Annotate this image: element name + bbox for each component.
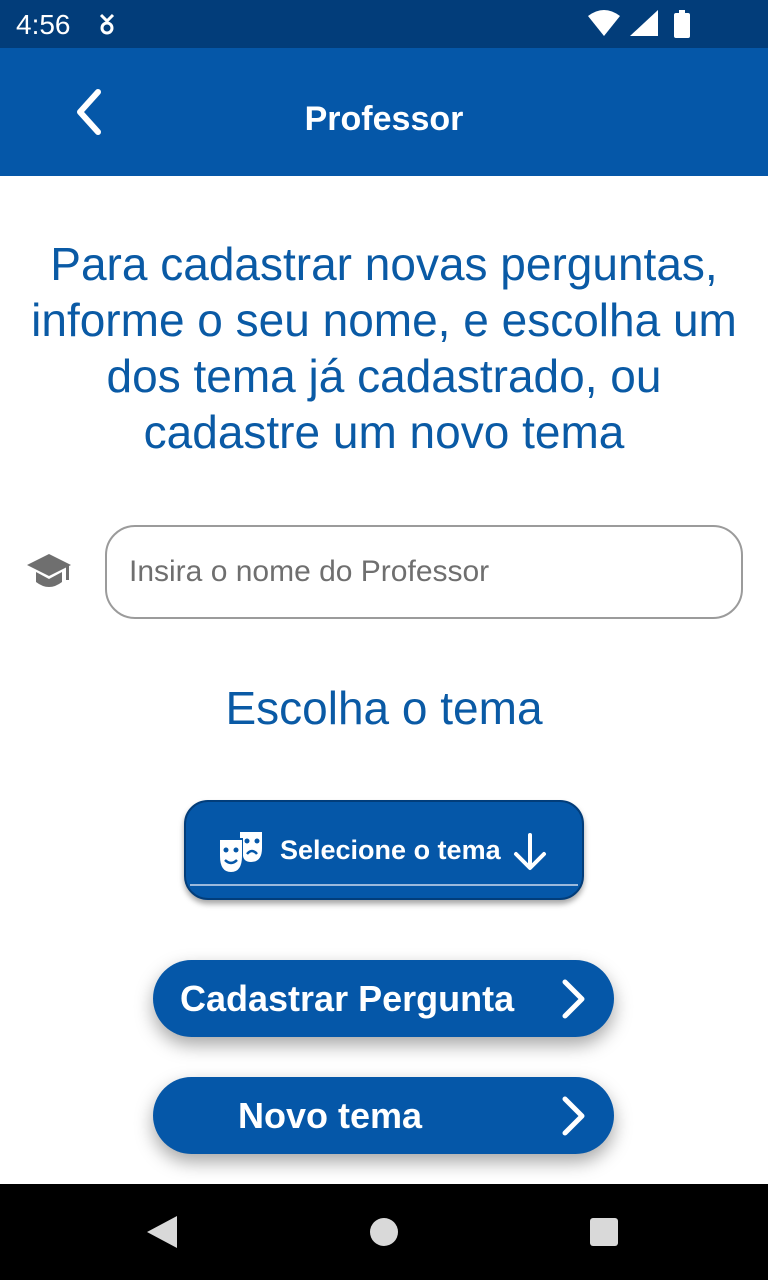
theme-section-title: Escolha o tema bbox=[225, 682, 543, 734]
select-theme-label: Selecione o tema bbox=[280, 835, 501, 865]
dropdown-underline bbox=[190, 884, 578, 886]
professor-name-input[interactable] bbox=[105, 525, 743, 619]
page-title: Professor bbox=[304, 100, 464, 138]
arrow-down-icon bbox=[514, 833, 546, 870]
intro-text: Para cadastrar novas perguntas, informe … bbox=[31, 238, 737, 458]
novo-tema-button[interactable]: Novo tema bbox=[153, 1077, 614, 1154]
cadastrar-pergunta-label: Cadastrar Pergunta bbox=[180, 978, 515, 1019]
nav-back-icon[interactable] bbox=[145, 1214, 179, 1250]
novo-tema-label: Novo tema bbox=[238, 1095, 423, 1136]
chevron-right-icon bbox=[562, 979, 585, 1019]
battery-icon bbox=[674, 10, 690, 38]
wifi-icon bbox=[588, 10, 620, 36]
nav-home-icon[interactable] bbox=[369, 1217, 399, 1247]
nav-recents-icon[interactable] bbox=[589, 1217, 619, 1247]
app-notification-icon bbox=[99, 13, 115, 35]
graduation-cap-icon bbox=[27, 554, 71, 587]
status-bar: 4:56 bbox=[0, 0, 768, 48]
cadastrar-pergunta-button[interactable]: Cadastrar Pergunta bbox=[153, 960, 614, 1037]
chevron-right-icon bbox=[562, 1096, 585, 1136]
cellular-signal-icon bbox=[630, 10, 658, 36]
select-theme-dropdown[interactable]: Selecione o tema bbox=[184, 800, 584, 900]
app-bar: Professor bbox=[0, 48, 768, 176]
theater-masks-icon bbox=[220, 832, 262, 872]
system-nav-bar bbox=[0, 1184, 768, 1280]
status-time: 4:56 bbox=[16, 9, 71, 40]
